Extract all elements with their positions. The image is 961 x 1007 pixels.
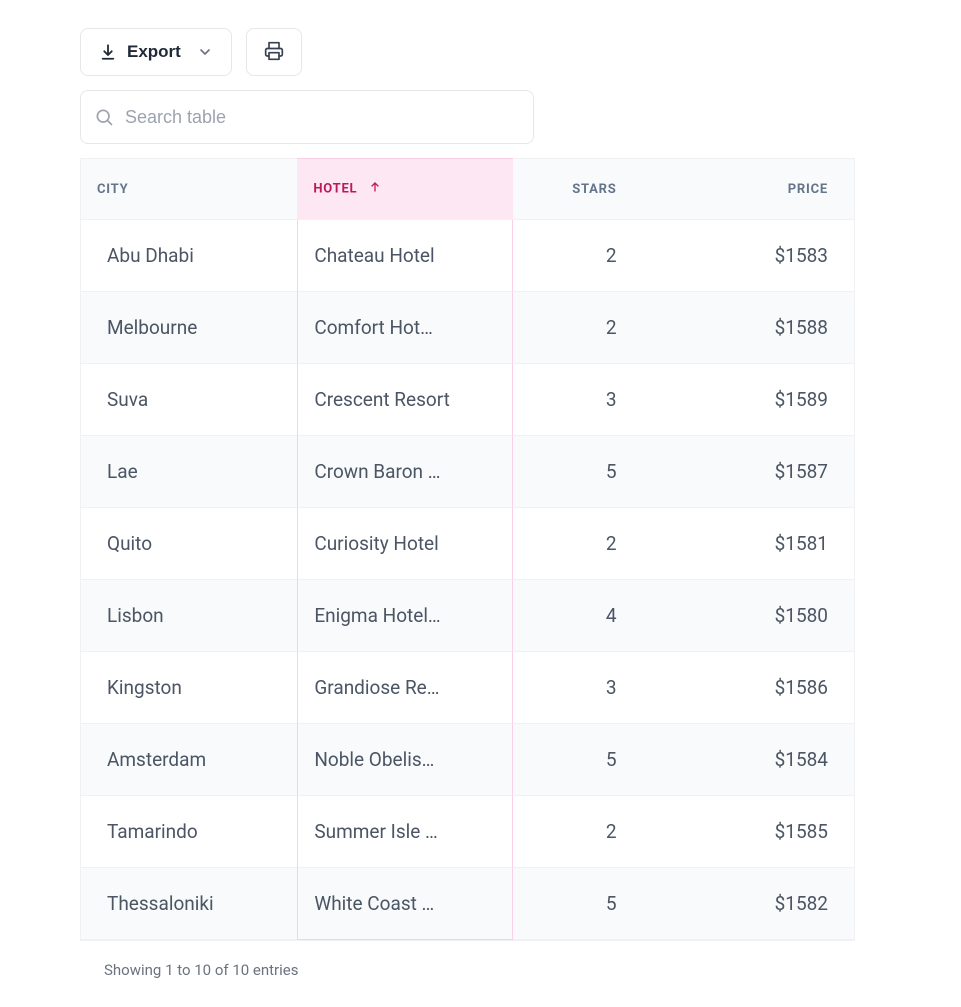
toolbar: Export <box>80 28 881 76</box>
cell-stars: 5 <box>513 724 633 796</box>
cell-city: Quito <box>81 508 297 580</box>
search-input[interactable] <box>80 90 534 144</box>
cell-stars: 2 <box>513 796 633 868</box>
pagination-info: Showing 1 to 10 of 10 entries <box>80 961 881 979</box>
column-header-stars[interactable]: Stars <box>513 158 633 220</box>
cell-stars: 2 <box>513 220 633 292</box>
cell-price: $1585 <box>633 796 854 868</box>
cell-hotel: Noble Obelis… <box>297 724 512 796</box>
column-label: Stars <box>572 182 616 197</box>
cell-hotel: Enigma Hotel… <box>297 580 512 652</box>
print-button[interactable] <box>246 28 302 76</box>
cell-hotel: Crown Baron … <box>297 436 512 508</box>
cell-price: $1580 <box>633 580 854 652</box>
data-table: City Hotel Stars Price Abu DhabiChateau … <box>80 158 855 941</box>
table-row: MelbourneComfort Hot…2$1588 <box>81 292 854 364</box>
cell-price: $1583 <box>633 220 854 292</box>
cell-stars: 4 <box>513 580 633 652</box>
table-row: SuvaCrescent Resort3$1589 <box>81 364 854 436</box>
cell-stars: 2 <box>513 508 633 580</box>
cell-hotel: Curiosity Hotel <box>297 508 512 580</box>
column-header-city[interactable]: City <box>81 158 297 220</box>
download-icon <box>99 43 117 61</box>
cell-stars: 3 <box>513 364 633 436</box>
export-label: Export <box>127 42 181 62</box>
cell-hotel: Chateau Hotel <box>297 220 512 292</box>
table-row: AmsterdamNoble Obelis…5$1584 <box>81 724 854 796</box>
cell-hotel: Summer Isle … <box>297 796 512 868</box>
cell-price: $1586 <box>633 652 854 724</box>
cell-stars: 3 <box>513 652 633 724</box>
cell-city: Tamarindo <box>81 796 297 868</box>
cell-city: Melbourne <box>81 292 297 364</box>
cell-hotel: Comfort Hot… <box>297 292 512 364</box>
cell-stars: 5 <box>513 868 633 940</box>
cell-price: $1589 <box>633 364 854 436</box>
table-row: LisbonEnigma Hotel…4$1580 <box>81 580 854 652</box>
cell-stars: 2 <box>513 292 633 364</box>
sort-ascending-icon <box>369 181 381 197</box>
cell-city: Amsterdam <box>81 724 297 796</box>
column-label: Price <box>788 182 828 197</box>
column-label: City <box>97 182 128 197</box>
cell-price: $1584 <box>633 724 854 796</box>
cell-city: Lae <box>81 436 297 508</box>
cell-stars: 5 <box>513 436 633 508</box>
table-row: TamarindoSummer Isle …2$1585 <box>81 796 854 868</box>
cell-city: Abu Dhabi <box>81 220 297 292</box>
table-row: Abu DhabiChateau Hotel2$1583 <box>81 220 854 292</box>
cell-price: $1588 <box>633 292 854 364</box>
table-row: QuitoCuriosity Hotel2$1581 <box>81 508 854 580</box>
column-header-hotel[interactable]: Hotel <box>297 158 512 220</box>
cell-hotel: Grandiose Re… <box>297 652 512 724</box>
export-button[interactable]: Export <box>80 28 232 76</box>
chevron-down-icon <box>197 44 213 60</box>
search-container <box>80 90 534 144</box>
column-header-price[interactable]: Price <box>633 158 854 220</box>
cell-price: $1587 <box>633 436 854 508</box>
column-label: Hotel <box>313 181 357 196</box>
cell-hotel: White Coast … <box>297 868 512 940</box>
table-row: KingstonGrandiose Re…3$1586 <box>81 652 854 724</box>
table-row: ThessalonikiWhite Coast …5$1582 <box>81 868 854 940</box>
cell-city: Lisbon <box>81 580 297 652</box>
table-row: LaeCrown Baron …5$1587 <box>81 436 854 508</box>
cell-city: Kingston <box>81 652 297 724</box>
cell-price: $1581 <box>633 508 854 580</box>
cell-price: $1582 <box>633 868 854 940</box>
printer-icon <box>264 41 284 64</box>
cell-city: Suva <box>81 364 297 436</box>
cell-hotel: Crescent Resort <box>297 364 512 436</box>
cell-city: Thessaloniki <box>81 868 297 940</box>
